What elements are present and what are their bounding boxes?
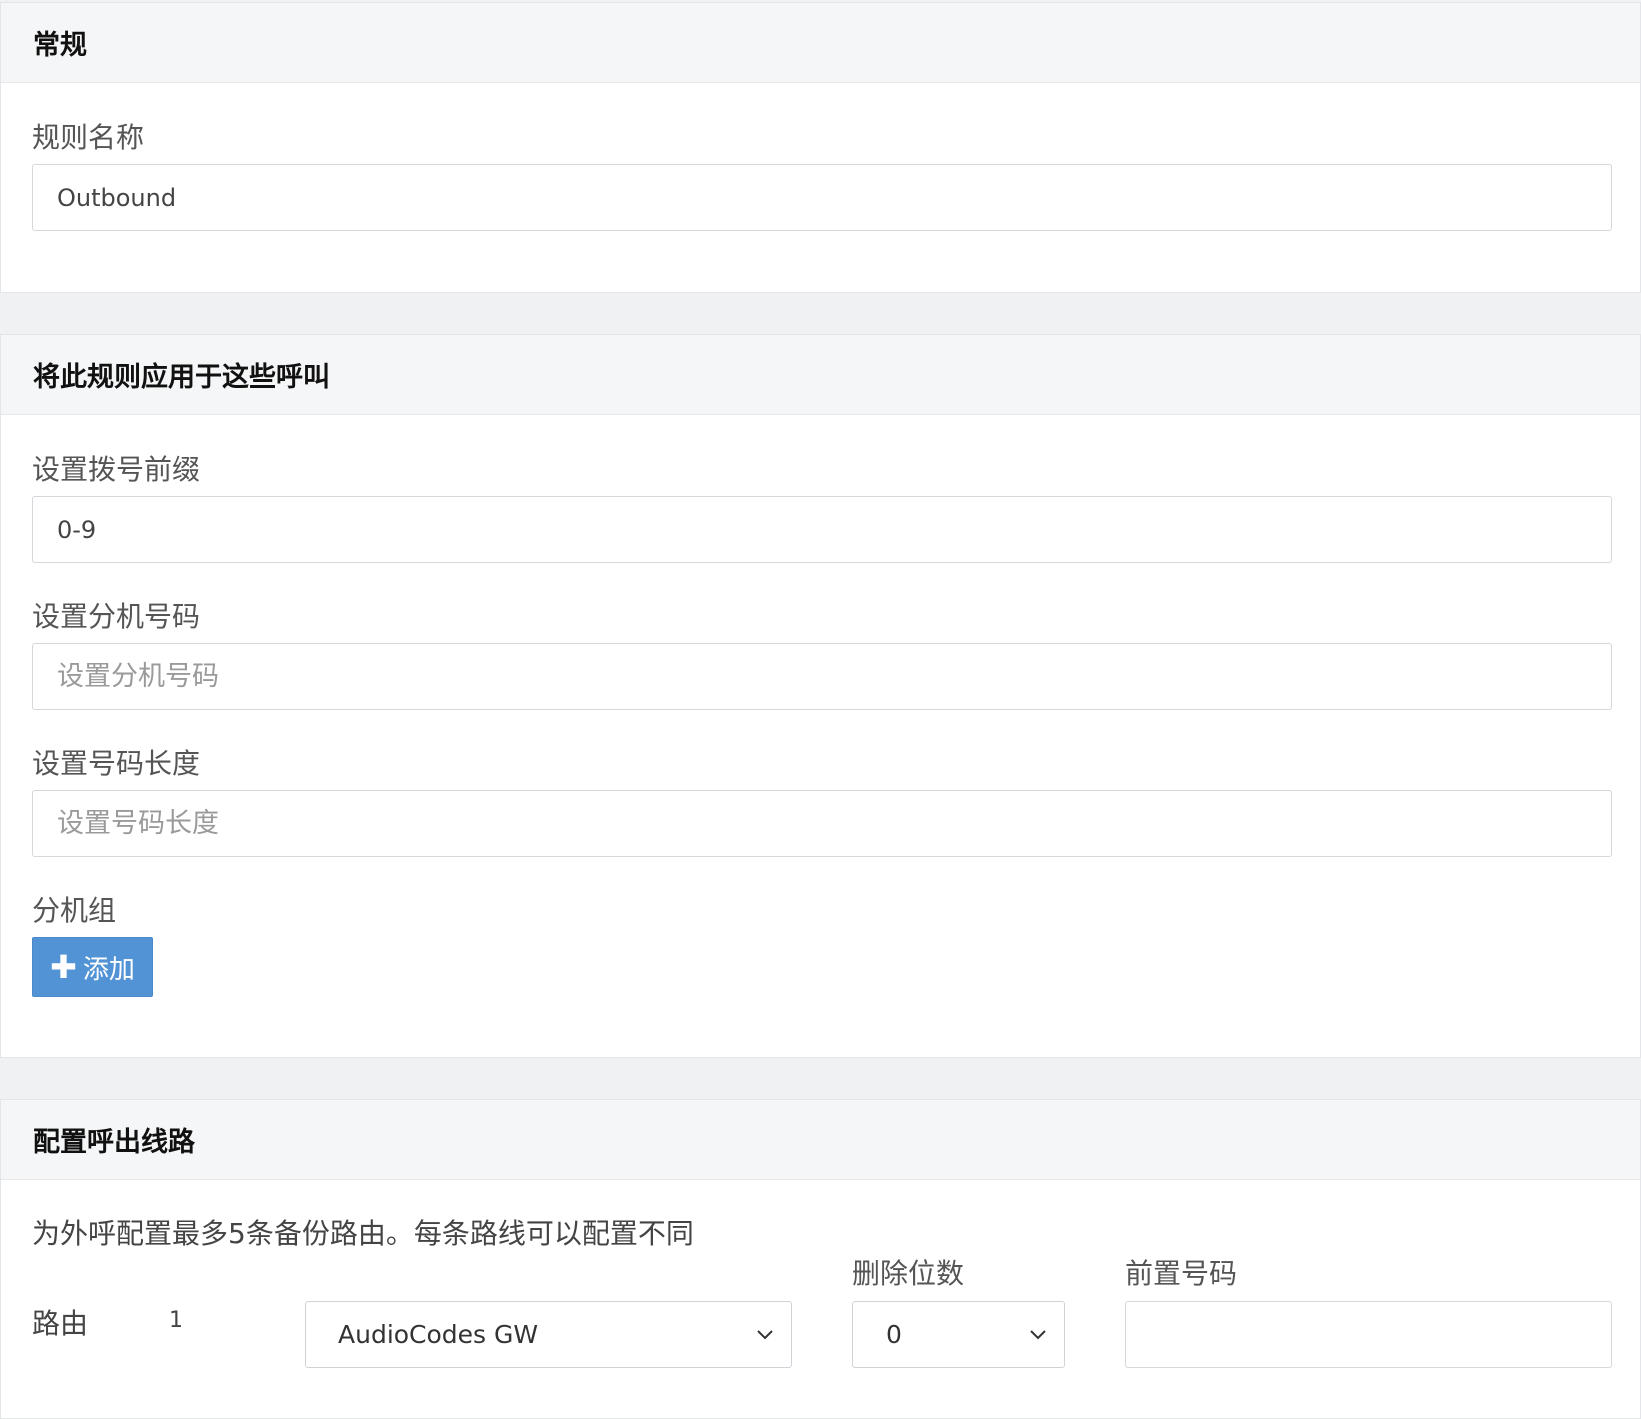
extension-number-input[interactable]	[32, 643, 1612, 710]
extension-group-label: 分机组	[32, 894, 117, 927]
route-label: 路由	[32, 1307, 89, 1340]
general-panel: 常规	[0, 2, 1641, 293]
add-extension-group-button[interactable]: ✚ 添加	[32, 937, 153, 997]
dial-prefix-label: 设置拨号前缀	[32, 453, 201, 486]
strip-digits-label: 删除位数	[852, 1257, 965, 1290]
outbound-description: 为外呼配置最多5条备份路由。每条路线可以配置不同	[32, 1217, 694, 1250]
general-panel-header: 常规	[1, 3, 1640, 83]
dial-prefix-input[interactable]	[32, 496, 1612, 563]
number-length-input[interactable]	[32, 790, 1612, 857]
outbound-routes-panel: 配置呼出线路	[0, 1099, 1641, 1419]
plus-icon: ✚	[50, 948, 77, 986]
chevron-down-icon	[757, 1330, 773, 1340]
apply-rule-panel-header: 将此规则应用于这些呼叫	[1, 335, 1640, 415]
strip-digits-select[interactable]: 0	[852, 1301, 1065, 1368]
rule-name-input[interactable]	[32, 164, 1612, 231]
prepend-number-input[interactable]	[1125, 1301, 1612, 1368]
route-trunk-value: AudioCodes GW	[338, 1320, 539, 1349]
add-button-label: 添加	[82, 954, 135, 985]
chevron-down-icon	[1030, 1330, 1046, 1340]
outbound-routes-panel-header: 配置呼出线路	[1, 1100, 1640, 1180]
number-length-label: 设置号码长度	[32, 747, 201, 780]
strip-digits-value: 0	[886, 1320, 902, 1349]
extension-number-label: 设置分机号码	[32, 600, 201, 633]
prepend-number-label: 前置号码	[1125, 1257, 1238, 1290]
route-trunk-select[interactable]: AudioCodes GW	[305, 1301, 792, 1368]
rule-name-label: 规则名称	[32, 121, 145, 154]
route-number: 1	[169, 1308, 183, 1333]
